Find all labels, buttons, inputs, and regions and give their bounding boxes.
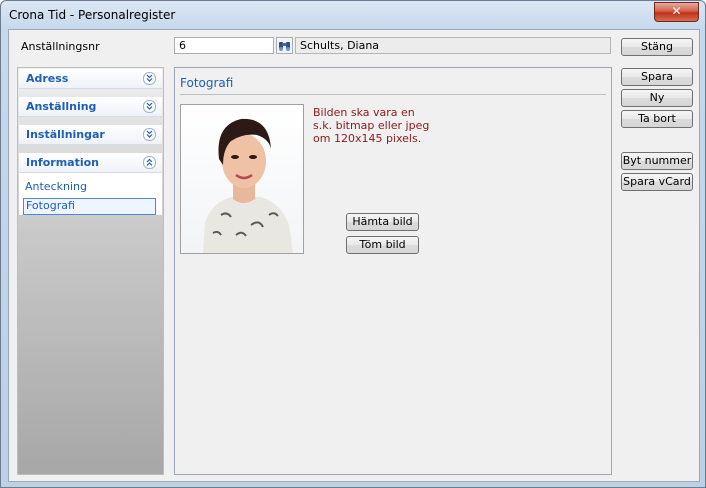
close-button[interactable]: Stäng xyxy=(621,38,693,56)
section-title: Information xyxy=(26,156,99,169)
divider xyxy=(180,94,606,95)
chevron-down-icon[interactable] xyxy=(143,100,156,113)
section-header-anstallning[interactable]: Anställning xyxy=(19,97,162,117)
section-title: Adress xyxy=(26,72,69,85)
photo-panel: Fotografi Bilden ska vara en s.k. bitmap… xyxy=(174,67,612,475)
information-items: Anteckning Fotografi xyxy=(19,173,162,215)
new-button[interactable]: Ny xyxy=(621,89,693,107)
hint-line: Bilden ska vara en xyxy=(313,106,415,119)
portrait-image xyxy=(181,105,303,253)
chevron-up-icon[interactable] xyxy=(143,156,156,169)
delete-button[interactable]: Ta bort xyxy=(621,110,693,128)
window-close-button[interactable]: ✕ xyxy=(654,2,699,22)
panel-title: Fotografi xyxy=(180,76,234,90)
binoculars-icon xyxy=(279,42,290,51)
section-title: Anställning xyxy=(26,100,97,113)
change-number-button[interactable]: Byt nummer xyxy=(621,152,693,170)
sidebar: Adress Anställning Inställningar Informa… xyxy=(17,67,164,475)
sidebar-item-anteckning[interactable]: Anteckning xyxy=(25,180,87,193)
section-header-adress[interactable]: Adress xyxy=(19,69,162,89)
clear-image-button[interactable]: Töm bild xyxy=(346,236,419,254)
sidebar-item-fotografi[interactable]: Fotografi xyxy=(23,198,156,215)
hint-line: s.k. bitmap eller jpeg xyxy=(313,119,430,132)
save-vcard-button[interactable]: Spara vCard xyxy=(621,173,693,191)
employee-number-input[interactable]: 6 xyxy=(174,37,274,54)
employee-name-field: Schults, Diana xyxy=(295,37,611,54)
title-bar[interactable]: Crona Tid - Personalregister ✕ xyxy=(1,1,705,29)
chevron-down-icon[interactable] xyxy=(143,72,156,85)
window-title: Crona Tid - Personalregister xyxy=(9,8,176,22)
chevron-down-icon[interactable] xyxy=(143,128,156,141)
save-button[interactable]: Spara xyxy=(621,68,693,86)
employee-bar: Anställningsnr 6 Schults, Diana Stäng xyxy=(9,30,699,62)
section-header-installningar[interactable]: Inställningar xyxy=(19,125,162,145)
find-employee-button[interactable] xyxy=(276,37,293,54)
client-area: Anställningsnr 6 Schults, Diana Stäng Ad… xyxy=(8,29,700,482)
section-title: Inställningar xyxy=(26,128,105,141)
main-window: Crona Tid - Personalregister ✕ Anställni… xyxy=(0,0,706,488)
employee-number-label: Anställningsnr xyxy=(21,40,100,53)
fetch-image-button[interactable]: Hämta bild xyxy=(346,213,419,231)
section-header-information[interactable]: Information xyxy=(19,153,162,173)
employee-photo xyxy=(180,104,304,254)
hint-line: om 120x145 pixels. xyxy=(313,132,422,145)
photo-format-hint: Bilden ska vara en s.k. bitmap eller jpe… xyxy=(313,106,463,145)
